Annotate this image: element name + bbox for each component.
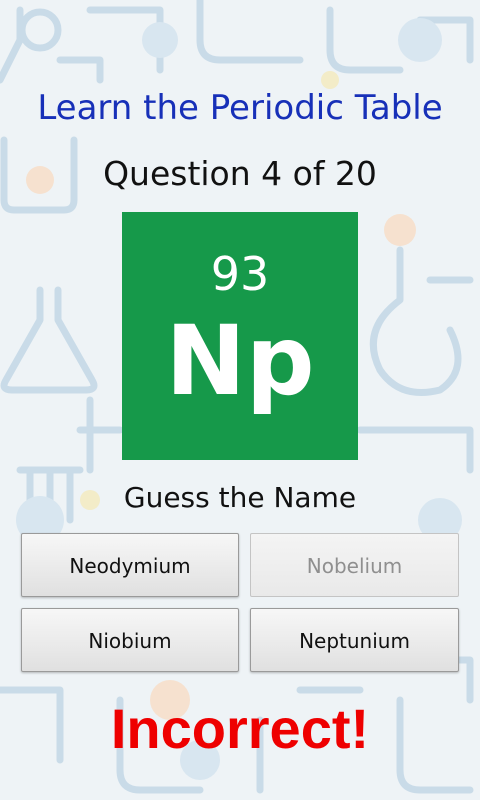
atomic-number: 93 xyxy=(210,247,270,301)
guess-prompt: Guess the Name xyxy=(123,481,357,514)
answer-button-niobium[interactable]: Niobium xyxy=(21,608,239,672)
element-symbol: Np xyxy=(165,305,315,417)
answer-button-neptunium[interactable]: Neptunium xyxy=(250,608,459,672)
result-message: Incorrect! xyxy=(110,697,370,760)
answer-button-neodymium[interactable]: Neodymium xyxy=(21,533,239,597)
question-counter: Question 4 of 20 xyxy=(103,154,377,193)
answer-button-nobelium: Nobelium xyxy=(250,533,459,597)
element-tile: 93 Np xyxy=(122,212,358,460)
app-title: Learn the Periodic Table xyxy=(37,88,443,128)
